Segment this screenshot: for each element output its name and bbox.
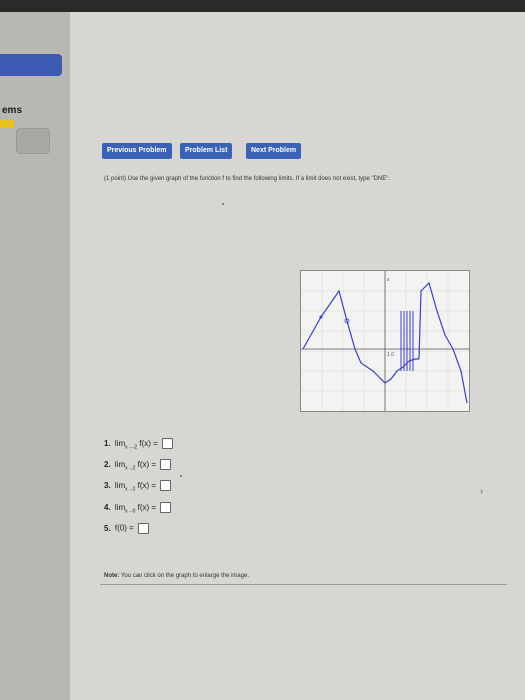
oscillation-lines — [400, 311, 414, 371]
previous-problem-button[interactable]: Previous Problem — [102, 143, 172, 159]
sidebar-label: ems — [2, 105, 23, 116]
question-3-number: 3. — [104, 480, 111, 490]
sidebar-active-item[interactable] — [0, 54, 62, 76]
question-1: 1. limx→-2 f(x) = — [104, 438, 173, 450]
answer-box-4[interactable] — [160, 502, 172, 513]
question-3-text: limx→2 f(x) = — [114, 480, 157, 493]
limit-subscript: x→0 — [125, 508, 136, 515]
limit-subscript: x→2 — [125, 465, 136, 472]
question-2: 2. limx→2 f(x) = — [104, 459, 172, 472]
question-5-number: 5. — [104, 523, 111, 533]
stray-dot — [222, 203, 224, 205]
question-1-number: 1. — [104, 438, 111, 448]
question-4-number: 4. — [104, 502, 111, 512]
top-bar — [0, 0, 525, 12]
question-2-text: limx→2 f(x) = — [114, 459, 157, 472]
sidebar-pill[interactable] — [16, 128, 50, 154]
note-text: You can click on the graph to enlarge th… — [120, 573, 250, 579]
y-axis-label: 1.0 — [387, 352, 394, 358]
question-4-text: limx→0 f(x) = — [114, 502, 157, 515]
question-5-text: f(0) = — [114, 523, 134, 533]
function-graph[interactable]: x 1.0 — [300, 270, 470, 412]
question-4: 4. limx→0 f(x) = — [104, 502, 172, 515]
closed-point — [319, 315, 323, 319]
question-5: 5. f(0) = — [104, 523, 150, 534]
answer-box-5[interactable] — [138, 523, 150, 534]
limit-subscript: x→-2 — [125, 444, 138, 451]
question-2-number: 2. — [104, 459, 111, 469]
x-axis-label: x — [387, 277, 390, 283]
problem-list-button[interactable]: Problem List — [180, 143, 233, 159]
question-3: 3. limx→2 f(x) = — [104, 480, 172, 493]
limit-subscript: x→2 — [125, 486, 136, 493]
divider — [100, 584, 507, 585]
stray-dot — [180, 475, 182, 477]
note-label: Note: — [104, 573, 120, 579]
answer-box-3[interactable] — [160, 480, 172, 491]
cursor-arrow-icon: › — [480, 486, 483, 496]
sidebar: ems — [0, 12, 70, 700]
question-1-text: limx→-2 f(x) = — [114, 438, 158, 451]
problem-instructions: (1 point) Use the given graph of the fun… — [104, 176, 391, 182]
answer-box-2[interactable] — [160, 459, 172, 470]
graph-svg: x 1.0 — [301, 271, 469, 411]
sidebar-highlight — [0, 120, 14, 128]
answer-box-1[interactable] — [161, 438, 173, 449]
note: Note: You can click on the graph to enla… — [104, 573, 249, 579]
next-problem-button[interactable]: Next Problem — [246, 143, 302, 159]
